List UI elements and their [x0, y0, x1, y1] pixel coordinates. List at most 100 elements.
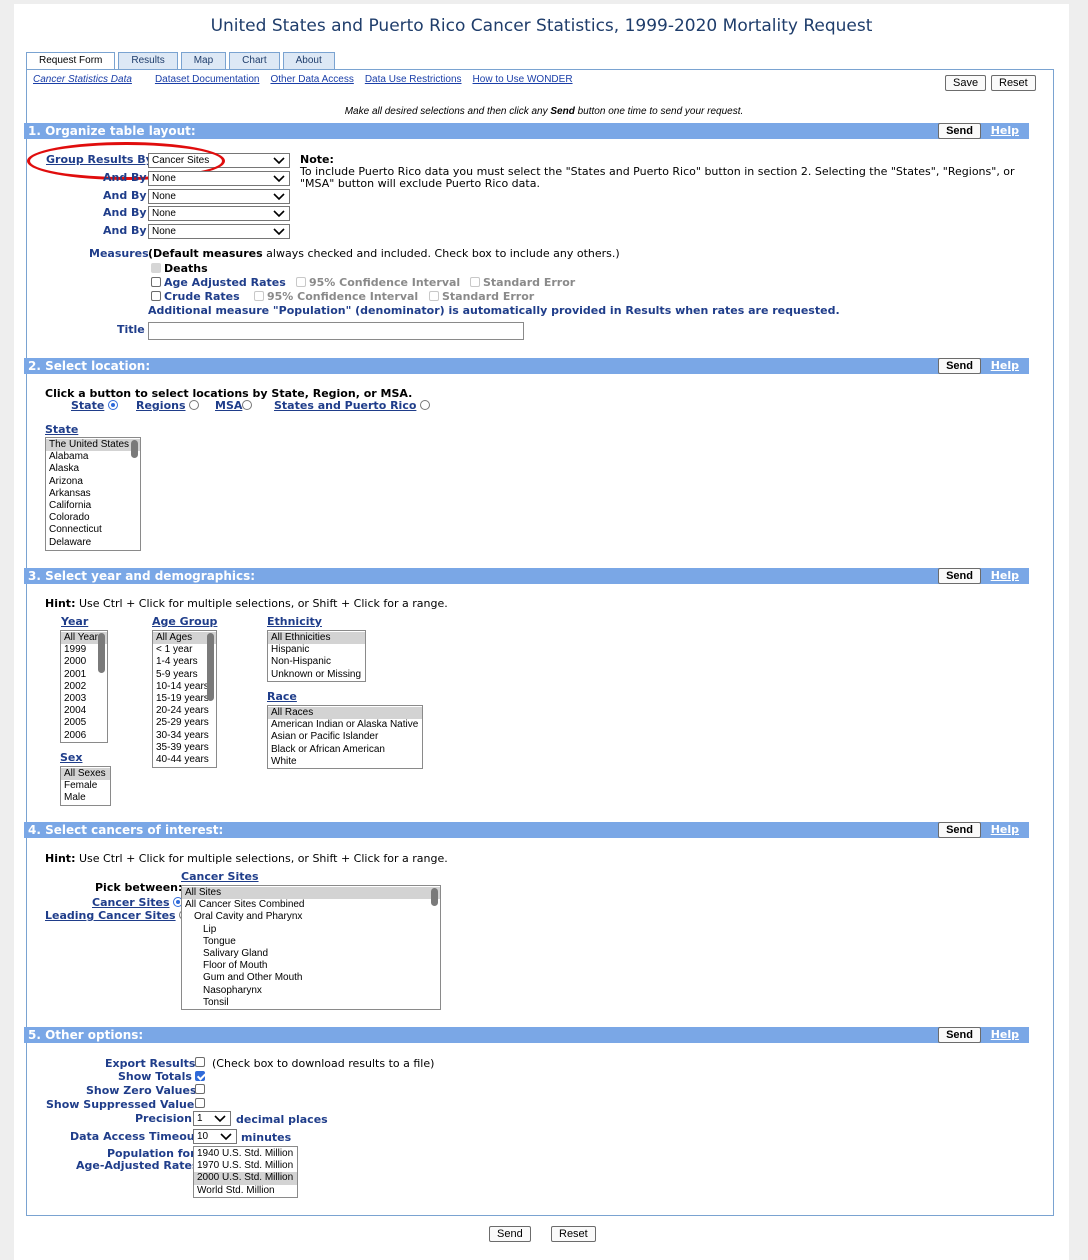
list-item[interactable]: 35-39 years — [153, 742, 216, 754]
help-link-section-1[interactable]: Help — [991, 123, 1019, 139]
list-item[interactable]: Salivary Gland — [182, 948, 440, 960]
tab-map[interactable]: Map — [180, 52, 227, 69]
ethnicity-listbox[interactable]: All Ethnicities Hispanic Non-Hispanic Un… — [267, 630, 366, 682]
list-item[interactable]: 2000 U.S. Std. Million — [194, 1172, 297, 1185]
list-item[interactable]: All Races — [268, 707, 422, 720]
location-msa-option[interactable]: MSA — [215, 399, 253, 412]
help-link-section-2[interactable]: Help — [991, 358, 1019, 374]
list-item[interactable]: Hispanic — [268, 644, 365, 656]
list-item[interactable]: 2003 — [61, 693, 107, 705]
list-item[interactable]: Tonsil — [182, 997, 440, 1009]
list-item[interactable]: The United States — [46, 439, 140, 452]
list-item[interactable]: 20-24 years — [153, 705, 216, 717]
list-item[interactable]: Alabama — [46, 451, 140, 463]
list-item[interactable]: Connecticut — [46, 524, 140, 536]
list-item[interactable]: Gum and Other Mouth — [182, 972, 440, 984]
state-listbox[interactable]: The United States Alabama Alaska Arizona… — [45, 437, 141, 551]
list-item[interactable]: White — [268, 756, 422, 768]
list-item[interactable]: Arizona — [46, 476, 140, 488]
list-item[interactable]: All Cancer Sites Combined — [182, 899, 440, 911]
scrollbar[interactable] — [207, 633, 214, 701]
list-item[interactable]: Male — [61, 792, 110, 804]
save-button[interactable]: Save — [945, 75, 987, 91]
export-results-checkbox[interactable] — [195, 1057, 205, 1067]
timeout-select[interactable]: 10 — [193, 1129, 237, 1144]
sex-listbox[interactable]: All Sexes Female Male — [60, 766, 111, 806]
location-regions-option[interactable]: Regions — [136, 399, 200, 412]
list-item[interactable]: 2005 — [61, 717, 107, 729]
tab-results[interactable]: Results — [118, 52, 178, 69]
send-button-section-2[interactable]: Send — [938, 358, 981, 374]
help-link-section-3[interactable]: Help — [991, 568, 1019, 584]
list-item[interactable]: Colorado — [46, 512, 140, 524]
list-item[interactable]: Arkansas — [46, 488, 140, 500]
list-item[interactable]: Unknown or Missing — [268, 669, 365, 681]
reset-button[interactable]: Reset — [991, 75, 1036, 91]
msa-radio[interactable] — [242, 400, 253, 410]
list-item[interactable]: 40-44 years — [153, 754, 216, 766]
send-button-section-4[interactable]: Send — [938, 822, 981, 838]
tab-request-form[interactable]: Request Form — [26, 52, 116, 70]
age-adjusted-rates-measure[interactable]: Age Adjusted Rates — [151, 276, 286, 289]
tab-about[interactable]: About — [282, 52, 335, 69]
list-item[interactable]: Non-Hispanic — [268, 656, 365, 668]
state-radio[interactable] — [107, 400, 118, 410]
scrollbar[interactable] — [431, 888, 438, 906]
list-item[interactable]: 2002 — [61, 681, 107, 693]
list-item[interactable]: Female — [61, 780, 110, 792]
title-input[interactable] — [148, 322, 524, 340]
list-item[interactable]: 2006 — [61, 730, 107, 742]
regions-radio[interactable] — [189, 400, 200, 410]
send-button-section-1[interactable]: Send — [938, 123, 981, 139]
list-item[interactable]: 1940 U.S. Std. Million — [194, 1148, 297, 1160]
send-button-section-5[interactable]: Send — [938, 1027, 981, 1043]
link-cancer-statistics-data[interactable]: Cancer Statistics Data — [33, 74, 132, 85]
list-item[interactable]: Floor of Mouth — [182, 960, 440, 972]
link-other-data-access[interactable]: Other Data Access — [270, 74, 353, 85]
link-data-use-restrictions[interactable]: Data Use Restrictions — [365, 74, 462, 85]
list-item[interactable]: World Std. Million — [194, 1185, 297, 1197]
list-item[interactable]: 1970 U.S. Std. Million — [194, 1160, 297, 1172]
list-item[interactable]: California — [46, 500, 140, 512]
age-group-listbox[interactable]: All Ages < 1 year 1-4 years 5-9 years 10… — [152, 630, 217, 768]
cancer-sites-listbox[interactable]: All Sites All Cancer Sites Combined Oral… — [181, 885, 441, 1010]
list-item[interactable]: Alaska — [46, 463, 140, 475]
and-by-select-1[interactable]: None — [148, 171, 290, 186]
list-item[interactable]: All Sexes — [61, 768, 110, 781]
pick-cancer-sites-option[interactable]: Cancer Sites — [92, 896, 184, 909]
states-pr-radio[interactable] — [419, 400, 430, 410]
list-item[interactable]: 25-29 years — [153, 717, 216, 729]
help-link-section-5[interactable]: Help — [991, 1027, 1019, 1043]
link-how-to-use-wonder[interactable]: How to Use WONDER — [473, 74, 573, 85]
list-item[interactable]: Tongue — [182, 936, 440, 948]
list-item[interactable]: Lip — [182, 924, 440, 936]
link-dataset-documentation[interactable]: Dataset Documentation — [155, 74, 260, 85]
list-item[interactable]: Asian or Pacific Islander — [268, 731, 422, 743]
race-listbox[interactable]: All Races American Indian or Alaska Nati… — [267, 705, 423, 769]
show-totals-checkbox[interactable] — [195, 1071, 205, 1081]
precision-select[interactable]: 1 — [193, 1111, 231, 1126]
location-state-option[interactable]: State — [71, 399, 118, 412]
and-by-select-2[interactable]: None — [148, 189, 290, 204]
list-item[interactable]: 2004 — [61, 705, 107, 717]
age-adjusted-rates-checkbox[interactable] — [151, 277, 161, 287]
send-button-section-3[interactable]: Send — [938, 568, 981, 584]
crude-rates-measure[interactable]: Crude Rates — [151, 290, 240, 303]
tab-chart[interactable]: Chart — [229, 52, 280, 69]
population-listbox[interactable]: 1940 U.S. Std. Million 1970 U.S. Std. Mi… — [193, 1146, 298, 1198]
list-item[interactable]: All Ethnicities — [268, 632, 365, 645]
send-button-bottom[interactable]: Send — [489, 1226, 531, 1242]
pick-leading-sites-option[interactable]: Leading Cancer Sites — [45, 909, 190, 922]
reset-button-bottom[interactable]: Reset — [551, 1226, 596, 1242]
list-item[interactable]: Nasopharynx — [182, 985, 440, 997]
scrollbar[interactable] — [98, 633, 105, 673]
list-item[interactable]: Black or African American — [268, 744, 422, 756]
show-zero-values-checkbox[interactable] — [195, 1084, 205, 1094]
list-item[interactable]: 30-34 years — [153, 730, 216, 742]
list-item[interactable]: Delaware — [46, 537, 140, 549]
scrollbar[interactable] — [131, 440, 138, 458]
year-listbox[interactable]: All Years 1999 2000 2001 2002 2003 2004 … — [60, 630, 108, 743]
crude-rates-checkbox[interactable] — [151, 291, 161, 301]
and-by-select-3[interactable]: None — [148, 206, 290, 221]
show-suppressed-values-checkbox[interactable] — [195, 1098, 205, 1108]
